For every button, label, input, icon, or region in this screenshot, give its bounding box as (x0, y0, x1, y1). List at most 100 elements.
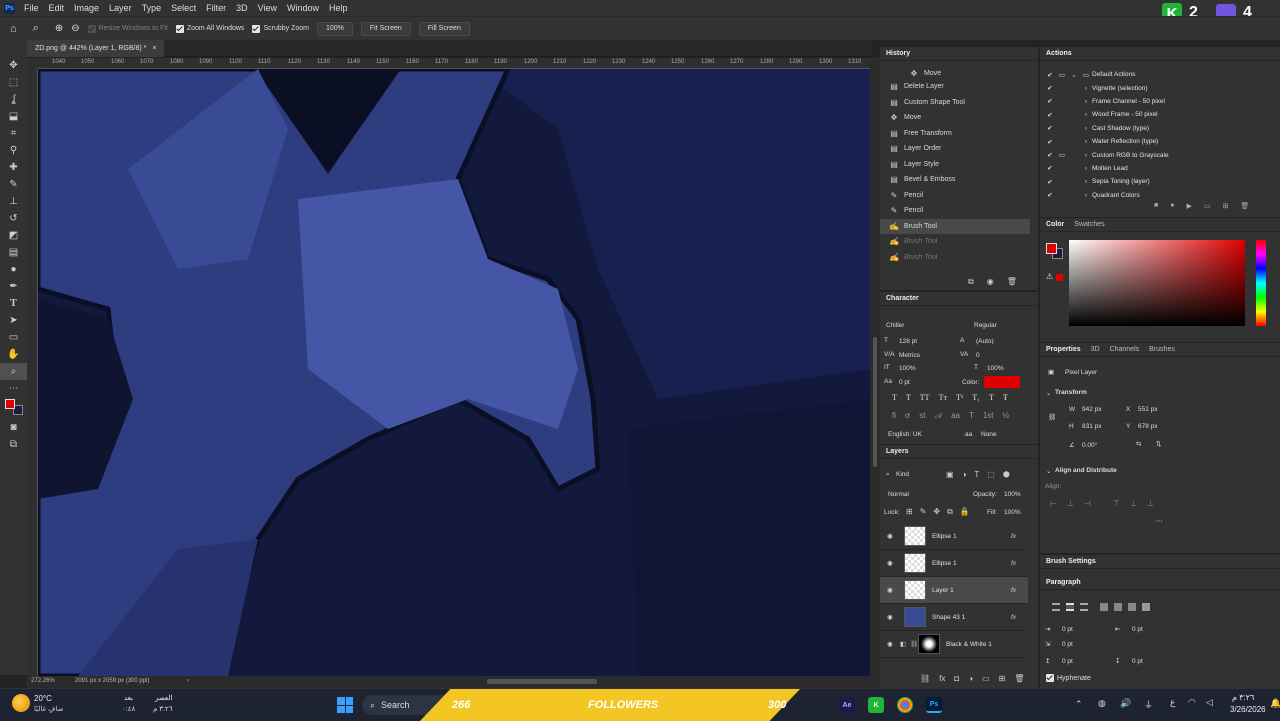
close-icon[interactable]: × (152, 45, 156, 52)
dodge-tool-icon[interactable]: ● (0, 261, 27, 278)
justify-last-left-icon[interactable] (1100, 603, 1108, 611)
clock-date[interactable]: 3/26/2026 (1230, 705, 1266, 714)
first-line-field[interactable]: 0 pt (1062, 641, 1073, 648)
justify-last-center-icon[interactable] (1114, 603, 1122, 611)
windows-start-icon[interactable] (337, 697, 353, 713)
all-caps-icon[interactable]: TT (920, 393, 930, 402)
align-section-title[interactable]: Align and Distribute (1055, 467, 1117, 474)
action-item[interactable]: ✔ › Wood Frame - 50 pixel (1044, 108, 1269, 121)
menu-window[interactable]: Window (282, 3, 324, 13)
menu-edit[interactable]: Edit (44, 3, 70, 13)
tab-color[interactable]: Color (1046, 221, 1064, 228)
tab-swatches[interactable]: Swatches (1074, 221, 1104, 228)
strikethrough-icon[interactable]: Ŧ (1003, 393, 1008, 402)
foreground-color-chip[interactable] (1046, 243, 1057, 254)
new-document-icon[interactable]: ⧉ (968, 277, 974, 287)
clock-time[interactable]: ٣:٢٦ م (1232, 693, 1254, 702)
anti-alias-select[interactable]: None (981, 431, 997, 438)
add-mask-icon[interactable]: ◘ (954, 674, 959, 683)
action-item[interactable]: ✔ › Molten Lead (1044, 162, 1269, 175)
history-item[interactable]: ▤ Free Transform (880, 126, 1030, 142)
lock-pixels-icon[interactable]: ⊞ (906, 507, 913, 517)
more-options-icon[interactable]: ⋯ (1156, 517, 1163, 525)
photoshop-taskbar-icon[interactable]: Ps (926, 697, 942, 713)
lock-all-icon[interactable]: 🔒 (960, 507, 970, 517)
faux-bold-icon[interactable]: T (892, 393, 897, 402)
lock-position-icon[interactable]: ✥ (933, 507, 940, 517)
chevron-right-icon[interactable]: › (187, 678, 189, 684)
zoom-in-icon[interactable]: ⊕ (55, 23, 63, 34)
action-item[interactable]: ✔ › Water Reflection (type) (1044, 135, 1269, 148)
history-item-undone[interactable]: ✍ Brush Tool (880, 250, 1030, 266)
pixel-filter-icon[interactable]: ▣ (946, 470, 954, 479)
canvas-scrollbar[interactable] (870, 57, 880, 677)
half-icon[interactable]: ½ (1003, 411, 1010, 421)
menu-view[interactable]: View (253, 3, 282, 13)
eraser-tool-icon[interactable]: ◩ (0, 227, 27, 244)
font-family-select[interactable]: Chiller (886, 322, 904, 329)
align-hcenter-icon[interactable]: ⊥ (1067, 499, 1074, 508)
align-right-text-icon[interactable] (1080, 603, 1088, 611)
scrubby-zoom-checkbox[interactable]: Scrubby Zoom (252, 24, 309, 33)
trash-icon[interactable]: 🗑 (1007, 277, 1017, 287)
underline-icon[interactable]: T (989, 393, 994, 402)
delete-layer-icon[interactable]: 🗑 (1014, 674, 1024, 683)
chevron-right-icon[interactable]: › (1080, 165, 1092, 172)
layer-row[interactable]: ◉ Ellipse 1 fx (880, 550, 1028, 577)
character-tab[interactable]: Character (886, 295, 919, 302)
align-vcenter-icon[interactable]: ⊥ (1130, 499, 1137, 508)
baseline-field[interactable]: 0 pt (899, 379, 910, 386)
actions-tab[interactable]: Actions (1046, 50, 1072, 57)
gamut-swatch[interactable] (1056, 274, 1063, 281)
menu-file[interactable]: File (19, 3, 44, 13)
menu-help[interactable]: Help (324, 3, 353, 13)
pen-tool-icon[interactable]: ✒ (0, 278, 27, 295)
mic-icon[interactable]: ◍ (1098, 698, 1106, 709)
action-item[interactable]: ✔ › Quadrant Colors (1044, 189, 1269, 202)
weather-icon[interactable] (12, 694, 30, 712)
brush-settings-tab[interactable]: Brush Settings (1046, 558, 1096, 565)
new-layer-icon[interactable]: ⊞ (999, 674, 1006, 683)
space-after-field[interactable]: 0 pt (1132, 658, 1143, 665)
zoom-100-button[interactable]: 100% (316, 21, 353, 36)
visibility-eye-icon[interactable]: ◉ (880, 613, 900, 621)
horizontal-scale-field[interactable]: 100% (987, 365, 1004, 372)
opacity-field[interactable]: 100% (1004, 491, 1021, 498)
history-item[interactable]: ✎ Pencil (880, 203, 1030, 219)
group-icon[interactable]: ▭ (982, 674, 990, 683)
tracking-field[interactable]: 0 (976, 352, 980, 359)
history-brush-icon[interactable]: ↺ (0, 210, 27, 227)
add-icon[interactable]: ⊞ (1222, 202, 1228, 210)
history-item[interactable]: ✎ Pencil (880, 188, 1030, 204)
notification-icon[interactable]: 🔔 (1270, 698, 1280, 709)
fx-icon[interactable]: fx (1011, 614, 1016, 621)
smart-filter-icon[interactable]: ⬢ (1003, 470, 1010, 479)
chevron-right-icon[interactable]: › (1080, 85, 1092, 92)
chevron-right-icon[interactable]: › (1080, 138, 1092, 145)
indent-left-field[interactable]: 0 pt (1062, 626, 1073, 633)
trash-icon[interactable]: 🗑 (1240, 202, 1249, 210)
menu-filter[interactable]: Filter (201, 3, 231, 13)
swash-icon[interactable]: st (919, 411, 925, 421)
snapshot-icon[interactable]: ◉ (987, 277, 994, 287)
zoom-tool-active-icon[interactable]: ⌕ (0, 363, 27, 380)
volume-icon[interactable]: ◁ (1206, 697, 1213, 708)
layer-row[interactable]: ◉ Ellipse 1 fx (880, 523, 1028, 550)
history-item[interactable]: ▤ Custom Shape Tool (880, 95, 1030, 111)
font-style-select[interactable]: Regular (974, 322, 997, 329)
menu-3d[interactable]: 3D (231, 3, 253, 13)
document-canvas[interactable] (38, 69, 870, 676)
align-right-icon[interactable]: ⊣ (1084, 499, 1091, 508)
ordinals-icon[interactable]: T (969, 411, 974, 421)
hand-tool-icon[interactable]: ✋ (0, 346, 27, 363)
more-tools-icon[interactable]: ⋯ (0, 380, 27, 397)
lock-artboard-icon[interactable]: ⧉ (947, 507, 953, 517)
blend-mode-select[interactable]: Normal (888, 491, 909, 498)
check-icon[interactable]: ✔ (1044, 164, 1056, 172)
menu-select[interactable]: Select (166, 3, 201, 13)
language-select[interactable]: English: UK (888, 431, 922, 438)
superscript-icon[interactable]: T¹ (956, 393, 963, 402)
lock-paint-icon[interactable]: ✎ (920, 507, 927, 517)
collapse-icon[interactable]: ⌄ (1046, 467, 1051, 475)
alternates-icon[interactable]: 𝒜 (934, 411, 942, 421)
